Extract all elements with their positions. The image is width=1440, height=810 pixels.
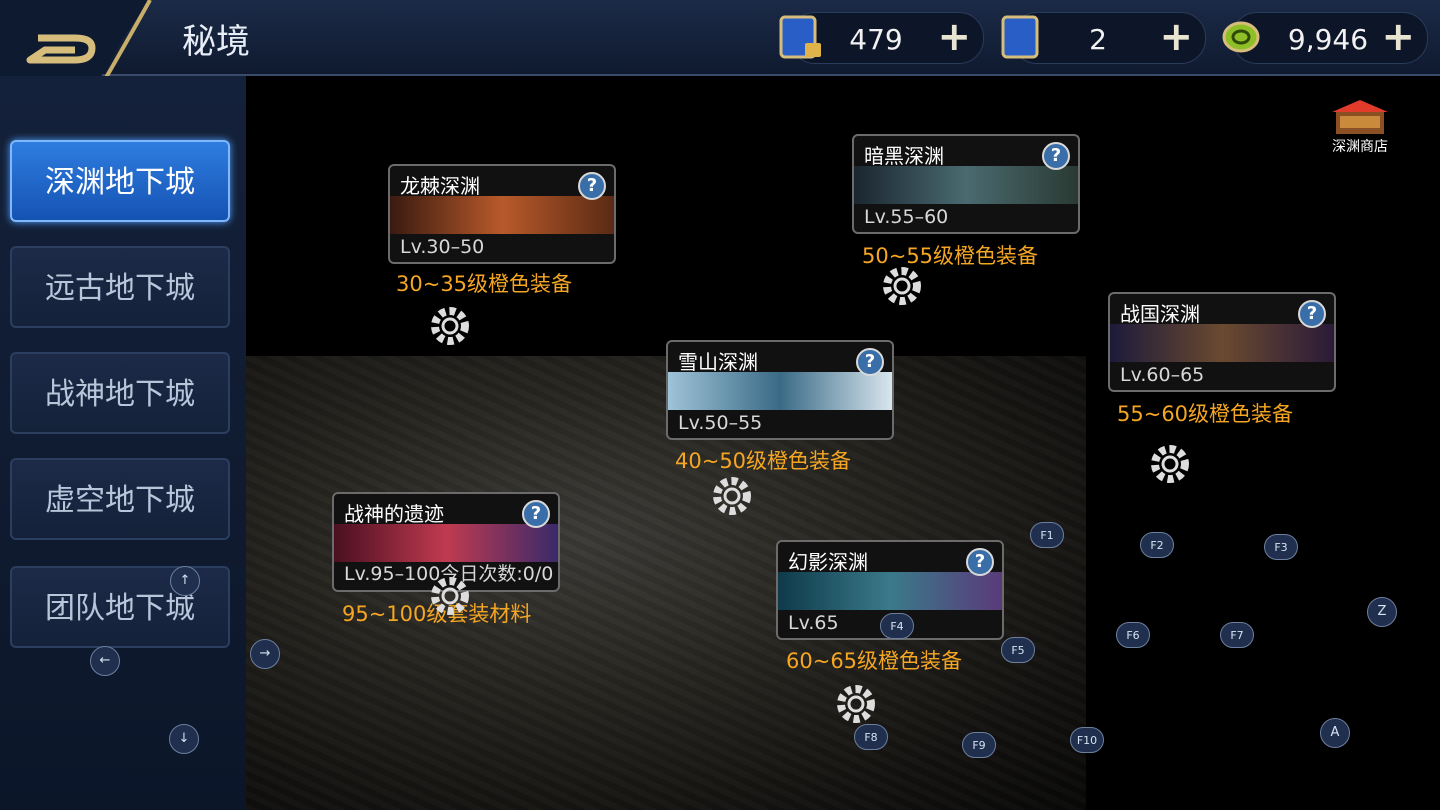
dungeon-level: Lv.95–100今日次数:0/0: [344, 563, 554, 585]
add-locked-ticket-button[interactable]: +: [937, 17, 971, 57]
locked-ticket-counter: 479 +: [779, 12, 984, 64]
sidebar: 深渊地下城 远古地下城 战神地下城 虚空地下城 团队地下城: [0, 76, 246, 810]
tab-abyss-dungeon[interactable]: 深渊地下城: [10, 140, 230, 222]
dungeon-art: [390, 196, 614, 234]
add-ticket-button[interactable]: +: [1159, 17, 1193, 57]
dungeon-level: Lv.50–55: [678, 412, 763, 434]
shop-label: 深渊商店: [1332, 139, 1388, 155]
dungeon-card-dark[interactable]: 暗黑深渊 ? Lv.55–60: [852, 134, 1080, 234]
tab-war-god-dungeon[interactable]: 战神地下城: [10, 352, 230, 434]
arrow-left-icon[interactable]: ←: [90, 646, 120, 676]
gear-icon[interactable]: [428, 304, 472, 348]
help-icon[interactable]: ?: [966, 548, 994, 576]
gear-icon[interactable]: [710, 474, 754, 518]
key-z[interactable]: Z: [1367, 597, 1397, 627]
help-icon[interactable]: ?: [1298, 300, 1326, 328]
key-f1[interactable]: F1: [1030, 522, 1064, 548]
ticket-count: 2: [1089, 23, 1107, 56]
help-icon[interactable]: ?: [522, 500, 550, 528]
dungeon-reward: 60~65级橙色装备: [786, 649, 963, 673]
dungeon-level: Lv.60–65: [1120, 364, 1205, 386]
key-a[interactable]: A: [1320, 718, 1350, 748]
gear-icon[interactable]: [880, 264, 924, 308]
ticket-icon: [1001, 15, 1039, 59]
key-f2[interactable]: F2: [1140, 532, 1174, 558]
dungeon-reward: 30~35级橙色装备: [396, 272, 573, 296]
key-f4[interactable]: F4: [880, 613, 914, 639]
help-icon[interactable]: ?: [856, 348, 884, 376]
ticket-counter: 2 +: [1001, 12, 1206, 64]
locked-ticket-icon: [779, 15, 821, 59]
key-f8[interactable]: F8: [854, 724, 888, 750]
key-f9[interactable]: F9: [962, 732, 996, 758]
dungeon-reward: 40~50级橙色装备: [675, 449, 852, 473]
dungeon-card-warring-states[interactable]: 战国深渊 ? Lv.60–65: [1108, 292, 1336, 392]
dungeon-name: 幻影深渊: [788, 550, 868, 574]
locked-ticket-count: 479: [849, 23, 903, 56]
dungeon-level: Lv.55–60: [864, 206, 949, 228]
page-title: 秘境: [182, 22, 250, 62]
dungeon-art: [334, 524, 558, 562]
key-f3[interactable]: F3: [1264, 534, 1298, 560]
help-icon[interactable]: ?: [578, 172, 606, 200]
dungeon-name: 暗黑深渊: [864, 144, 944, 168]
dungeon-art: [778, 572, 1002, 610]
tab-void-dungeon[interactable]: 虚空地下城: [10, 458, 230, 540]
tab-ancient-dungeon[interactable]: 远古地下城: [10, 246, 230, 328]
gear-icon[interactable]: [1148, 442, 1192, 486]
dungeon-name: 龙棘深渊: [400, 174, 480, 198]
help-icon[interactable]: ?: [1042, 142, 1070, 170]
dungeon-name: 战神的遗迹: [344, 502, 444, 526]
dungeon-art: [1110, 324, 1334, 362]
key-f10[interactable]: F10: [1070, 727, 1104, 753]
abyss-shop-button[interactable]: 深渊商店: [1326, 98, 1394, 158]
dungeon-card-dragon-thorn[interactable]: 龙棘深渊 ? Lv.30–50: [388, 164, 616, 264]
key-f7[interactable]: F7: [1220, 622, 1254, 648]
dungeon-name: 战国深渊: [1120, 302, 1200, 326]
arrow-right-icon[interactable]: →: [250, 639, 280, 669]
gear-icon[interactable]: [834, 682, 878, 726]
dungeon-card-snow-mountain[interactable]: 雪山深渊 ? Lv.50–55: [666, 340, 894, 440]
key-f5[interactable]: F5: [1001, 637, 1035, 663]
coin-counter: 9,946 +: [1222, 12, 1428, 64]
coin-count: 9,946: [1287, 23, 1369, 56]
dungeon-card-war-god-relic[interactable]: 战神的遗迹 ? Lv.95–100今日次数:0/0: [332, 492, 560, 592]
dungeon-art: [854, 166, 1078, 204]
dungeon-art: [668, 372, 892, 410]
dungeon-level: Lv.65: [788, 612, 839, 634]
shop-icon: [1332, 100, 1388, 134]
arrow-down-icon[interactable]: ↓: [169, 724, 199, 754]
arrow-up-icon[interactable]: ↑: [170, 566, 200, 596]
key-f6[interactable]: F6: [1116, 622, 1150, 648]
coin-icon: [1222, 21, 1260, 53]
dungeon-level: Lv.30–50: [400, 236, 485, 258]
add-coin-button[interactable]: +: [1381, 17, 1415, 57]
dungeon-reward: 55~60级橙色装备: [1117, 402, 1294, 426]
top-bar: 秘境 479 + 2 + 9,946 +: [0, 0, 1440, 90]
dungeon-name: 雪山深渊: [678, 350, 758, 374]
